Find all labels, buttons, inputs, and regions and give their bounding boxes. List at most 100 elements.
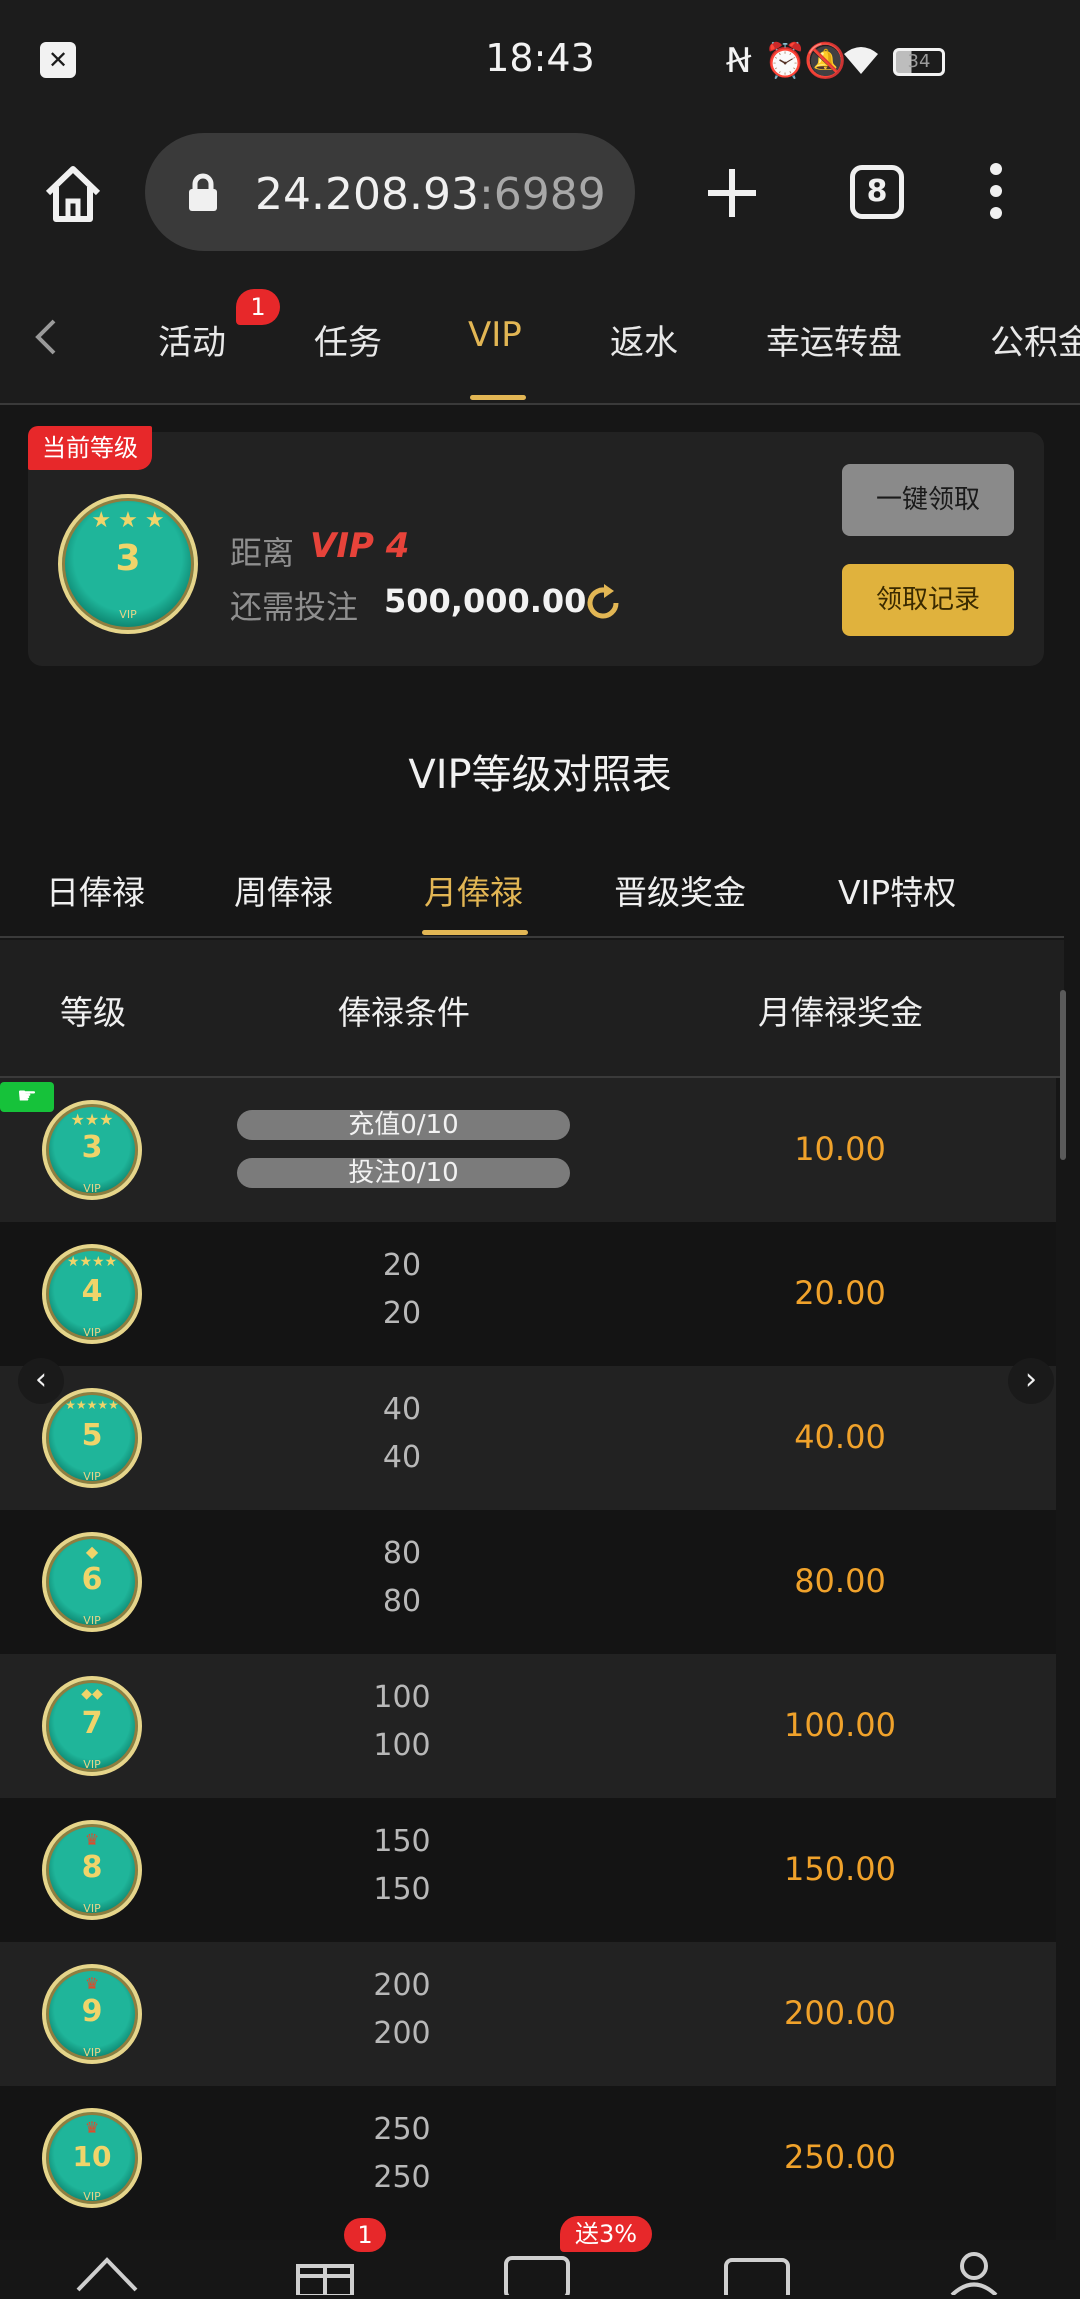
current-level-number: 3 [115, 538, 141, 579]
nfc-icon: Ꞥ [726, 41, 752, 81]
home-icon[interactable] [40, 161, 106, 227]
bet-progress-pill: 投注0/10 [237, 1158, 570, 1188]
salary-sub-tabs: 日俸禄 周俸禄 月俸禄 晋级奖金 VIP特权 [0, 840, 1064, 938]
current-level-card: 当前等级 ★ ★ ★ 3 VIP 距离 VIP 4 还需投注 500,000.0… [28, 426, 1044, 666]
row-level: 7 [81, 1706, 103, 1741]
mute-icon: 🔕 [804, 41, 847, 81]
header-bonus: 月俸禄奖金 [758, 993, 923, 1032]
table-row: ◆ 6 VIP 80 80 80.00 [0, 1510, 1056, 1654]
row-condition-recharge: 20 [382, 1248, 422, 1283]
status-bar: ✕ 18:43 Ꞥ ⏰ 🔕 34 [0, 0, 1080, 125]
tab-switcher-button[interactable]: 8 [850, 165, 904, 219]
active-subtab-indicator [422, 930, 528, 935]
row-condition-recharge: 150 [373, 1824, 431, 1859]
refresh-icon[interactable] [582, 582, 624, 624]
tab-daily-salary[interactable]: 日俸禄 [46, 866, 145, 914]
table-row: ♛ 10 VIP 250 250 250.00 [0, 2086, 1056, 2240]
gift-nav-icon[interactable] [290, 2252, 360, 2298]
vip-medal-icon: ♛ 9 VIP [42, 1964, 142, 2064]
table-header: 等级 俸禄条件 月俸禄奖金 [0, 940, 1064, 1078]
url-text: 24.208.93:6989 [255, 169, 606, 220]
tab-promotion-bonus[interactable]: 晋级奖金 [614, 866, 746, 914]
address-bar[interactable]: 24.208.93:6989 [145, 133, 635, 251]
table-row: ◆◆ 7 VIP 100 100 100.00 [0, 1654, 1056, 1798]
tab-provident-fund[interactable]: 公积金 [990, 315, 1080, 364]
battery-level: 34 [907, 51, 931, 72]
row-level: 9 [81, 1994, 103, 2029]
header-condition: 俸禄条件 [338, 993, 470, 1032]
ticket-nav-icon[interactable] [720, 2254, 794, 2299]
row-bonus: 200.00 [784, 1994, 896, 2032]
row-condition-bet: 80 [382, 1584, 422, 1619]
bet-required-label: 还需投注 [230, 588, 359, 626]
table-row: ★★★ 3 VIP 充值0/10 投注0/10 10.00 [0, 1078, 1056, 1222]
gift-badge: 1 [344, 2218, 386, 2252]
battery-icon: 34 [893, 48, 945, 76]
vip-medal-icon: ◆ 6 VIP [42, 1532, 142, 1632]
row-bonus: 40.00 [794, 1418, 886, 1456]
new-tab-icon[interactable] [704, 165, 760, 221]
row-bonus: 80.00 [794, 1562, 886, 1600]
profile-nav-icon[interactable] [946, 2248, 1002, 2297]
row-condition-bet: 250 [373, 2160, 431, 2195]
row-level: 4 [81, 1274, 103, 1309]
table-row: ★★★★★ 5 VIP 40 40 40.00 [0, 1366, 1056, 1510]
vip-table-title: VIP等级对照表 [408, 752, 672, 798]
wallet-badge: 送3% [560, 2216, 652, 2252]
row-condition-bet: 20 [382, 1296, 422, 1331]
tab-rebate[interactable]: 返水 [610, 315, 678, 364]
row-level: 6 [81, 1562, 103, 1597]
row-level: 3 [81, 1130, 103, 1165]
url-host: 24.208.93 [255, 169, 479, 220]
carousel-next-arrow-icon[interactable]: › [1008, 1358, 1054, 1404]
bottom-nav: 1 送3% [0, 2216, 1080, 2299]
claim-all-button[interactable]: 一键领取 [842, 464, 1014, 536]
claim-record-button[interactable]: 领取记录 [842, 564, 1014, 636]
row-level: 10 [72, 2140, 112, 2173]
row-bonus: 20.00 [794, 1274, 886, 1312]
chevron-left-icon[interactable] [30, 317, 60, 357]
tab-lucky-wheel[interactable]: 幸运转盘 [766, 315, 902, 364]
wallet-nav-icon[interactable] [500, 2254, 574, 2299]
vip-medal-icon: ♛ 8 VIP [42, 1820, 142, 1920]
browser-toolbar: 24.208.93:6989 8 [0, 125, 1080, 265]
tab-tasks[interactable]: 任务 [314, 315, 382, 364]
more-menu-icon[interactable] [986, 161, 1006, 221]
home-nav-icon[interactable] [72, 2250, 142, 2295]
recharge-progress-pill: 充值0/10 [237, 1110, 570, 1140]
row-level: 5 [81, 1418, 103, 1453]
vip-medal-icon: ◆◆ 7 VIP [42, 1676, 142, 1776]
row-bonus: 10.00 [794, 1130, 886, 1168]
row-condition-bet: 200 [373, 2016, 431, 2051]
next-vip-level: VIP 4 [310, 526, 410, 566]
table-scrollbar[interactable] [1060, 990, 1066, 1160]
row-condition-recharge: 100 [373, 1680, 431, 1715]
promo-nav-tabs: 活动 1 任务 VIP 返水 幸运转盘 公积金 [0, 265, 1080, 405]
bet-required-amount: 500,000.00 [384, 582, 587, 620]
row-condition-recharge: 40 [382, 1392, 422, 1427]
lock-icon [187, 173, 219, 211]
tab-vip-privileges[interactable]: VIP特权 [838, 866, 956, 914]
row-condition-recharge: 250 [373, 2112, 431, 2147]
vip-medal-icon: ★★★★★ 5 VIP [42, 1388, 142, 1488]
current-level-tag: 当前等级 [28, 426, 152, 470]
row-condition-bet: 100 [373, 1728, 431, 1763]
table-row: ♛ 9 VIP 200 200 200.00 [0, 1942, 1056, 2086]
wifi-icon [842, 44, 880, 82]
header-level: 等级 [60, 993, 126, 1032]
activity-badge: 1 [236, 289, 280, 325]
row-condition-bet: 40 [382, 1440, 422, 1475]
tab-vip[interactable]: VIP [468, 315, 522, 355]
row-condition-recharge: 80 [382, 1536, 422, 1571]
distance-label: 距离 [230, 534, 295, 572]
tab-activity[interactable]: 活动 [158, 315, 226, 364]
row-bonus: 150.00 [784, 1850, 896, 1888]
vip-medal-icon: ★★★ 3 VIP [42, 1100, 142, 1200]
tab-weekly-salary[interactable]: 周俸禄 [234, 866, 333, 914]
tab-monthly-salary[interactable]: 月俸禄 [424, 866, 523, 914]
table-row: ♛ 8 VIP 150 150 150.00 [0, 1798, 1056, 1942]
carousel-prev-arrow-icon[interactable]: ‹ [18, 1358, 64, 1404]
alarm-icon: ⏰ [764, 41, 807, 81]
table-row: ★★★★ 4 VIP 20 20 20.00 [0, 1222, 1056, 1366]
row-bonus: 250.00 [784, 2138, 896, 2176]
